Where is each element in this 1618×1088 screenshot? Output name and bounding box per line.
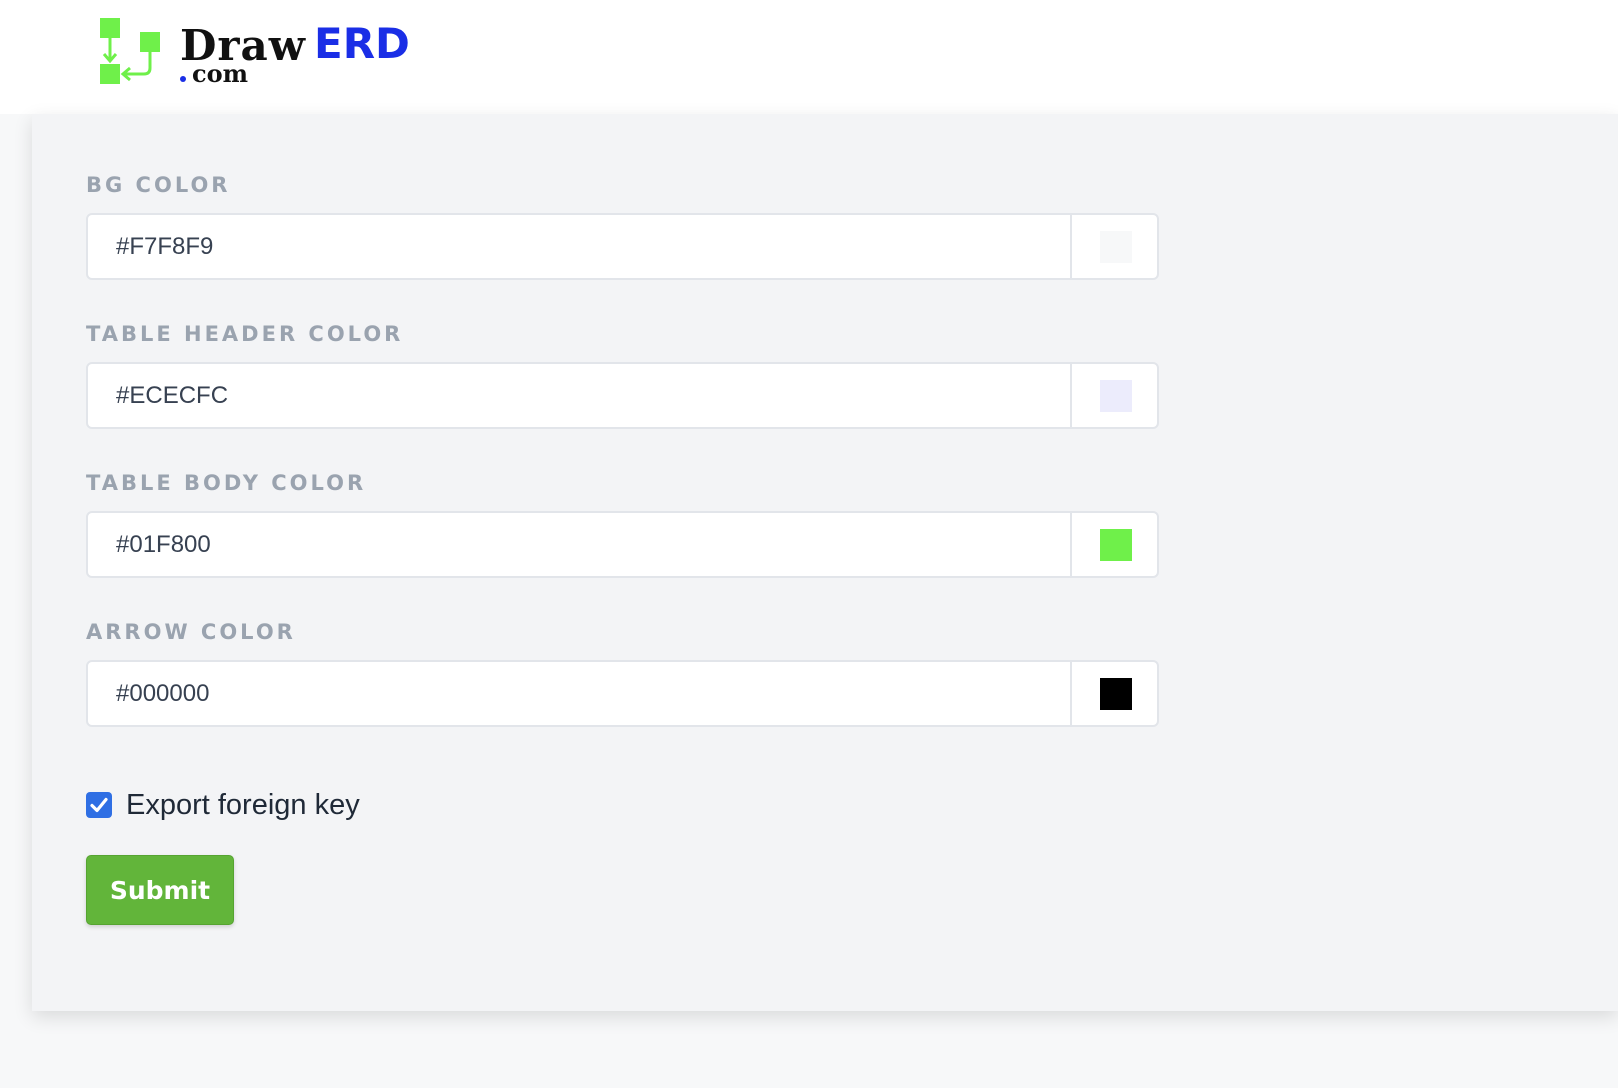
table-body-color-input[interactable]	[88, 513, 1070, 576]
table-header-color-label: TABLE HEADER COLOR	[86, 322, 404, 346]
table-body-color-swatch	[1100, 529, 1132, 561]
erd-logo-icon	[100, 18, 160, 84]
arrow-color-input[interactable]	[88, 662, 1070, 725]
export-settings-panel: BG COLOR TABLE HEADER COLOR TABLE BODY C…	[32, 114, 1618, 1011]
bg-color-label: BG COLOR	[86, 173, 231, 197]
bg-color-picker[interactable]	[1070, 215, 1157, 278]
logo-text-com: com	[192, 59, 249, 88]
table-body-color-input-group	[86, 511, 1159, 578]
arrow-color-picker[interactable]	[1070, 662, 1157, 725]
table-body-color-picker[interactable]	[1070, 513, 1157, 576]
top-header: Draw ERD com	[0, 0, 1618, 114]
logo-text-erd: ERD	[314, 19, 410, 68]
export-foreign-key-checkbox[interactable]	[86, 792, 112, 818]
export-foreign-key-label: Export foreign key	[126, 789, 360, 821]
bg-color-swatch	[1100, 231, 1132, 263]
bg-color-input-group	[86, 213, 1159, 280]
table-header-color-swatch	[1100, 380, 1132, 412]
bg-color-input[interactable]	[88, 215, 1070, 278]
table-header-color-input-group	[86, 362, 1159, 429]
arrow-color-swatch	[1100, 678, 1132, 710]
table-header-color-input[interactable]	[88, 364, 1070, 427]
table-body-color-label: TABLE BODY COLOR	[86, 471, 367, 495]
arrow-color-input-group	[86, 660, 1159, 727]
logo-dot	[180, 76, 186, 82]
drawerd-logo[interactable]: Draw ERD com	[98, 14, 438, 94]
arrow-color-label: ARROW COLOR	[86, 620, 296, 644]
submit-button[interactable]: Submit	[86, 855, 234, 925]
table-header-color-picker[interactable]	[1070, 364, 1157, 427]
checkmark-icon	[90, 797, 108, 813]
